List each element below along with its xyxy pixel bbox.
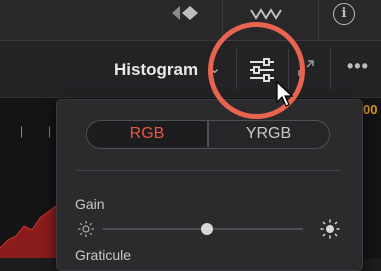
scale-value-label: 00 xyxy=(363,102,378,117)
clip-icon[interactable] xyxy=(170,4,204,22)
graticule-label: Graticule xyxy=(75,247,132,263)
mouse-cursor-icon xyxy=(276,80,294,107)
header-divider xyxy=(236,49,237,89)
expand-icon[interactable] xyxy=(296,58,316,78)
waveform-icon[interactable] xyxy=(248,2,284,22)
brightness-low-icon xyxy=(78,221,94,237)
more-options-button[interactable]: ••• xyxy=(347,56,369,77)
brightness-high-icon xyxy=(320,219,340,239)
histogram-graph xyxy=(0,203,60,258)
chevron-down-icon[interactable]: ⌄ xyxy=(208,58,221,77)
mode-rgb-button[interactable]: RGB xyxy=(87,121,207,147)
sliders-icon xyxy=(250,58,274,82)
scope-type-label[interactable]: Histogram xyxy=(114,60,198,80)
header-divider xyxy=(330,49,331,89)
gain-slider-thumb[interactable] xyxy=(201,223,213,235)
scale-tick: | xyxy=(20,124,24,138)
toolbar-divider xyxy=(222,0,223,40)
scale-tick: | xyxy=(48,124,52,138)
mode-segmented-control: RGB YRGB xyxy=(86,120,330,149)
gain-label: Gain xyxy=(75,196,105,212)
toolbar-divider xyxy=(318,0,319,40)
mode-yrgb-button[interactable]: YRGB xyxy=(208,121,329,147)
info-icon[interactable]: i xyxy=(333,3,355,25)
popup-divider xyxy=(76,170,341,171)
